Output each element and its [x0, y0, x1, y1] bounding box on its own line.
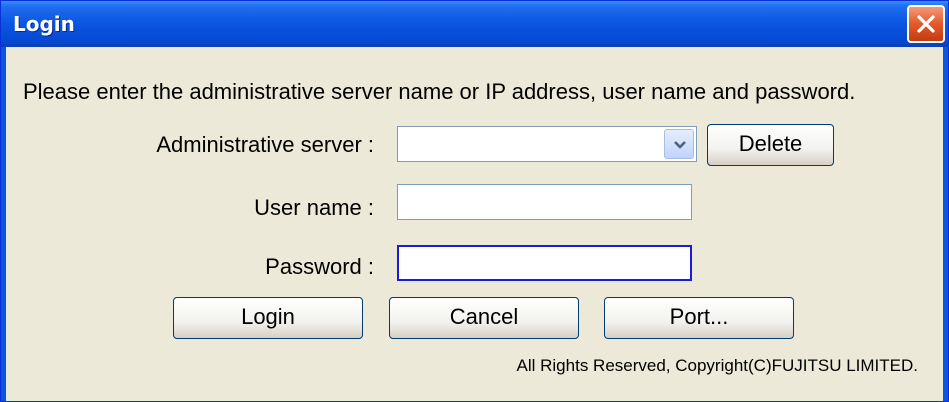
server-dropdown-button[interactable]: [664, 129, 694, 159]
server-label: Administrative server :: [156, 132, 374, 157]
window-title: Login: [13, 12, 75, 36]
username-input[interactable]: [397, 184, 692, 220]
chevron-down-icon: [674, 141, 686, 149]
window-frame-right: [943, 47, 948, 401]
delete-button[interactable]: Delete: [707, 124, 834, 166]
close-icon: [917, 15, 935, 33]
cancel-button[interactable]: Cancel: [389, 297, 579, 339]
instruction-text: Please enter the administrative server n…: [23, 79, 856, 104]
close-button[interactable]: [907, 5, 945, 43]
title-bar[interactable]: Login: [1, 1, 948, 47]
login-dialog: Login Please enter the administrative se…: [0, 0, 949, 402]
server-combobox[interactable]: [397, 126, 697, 162]
login-button[interactable]: Login: [173, 297, 363, 339]
username-label: User name :: [254, 195, 374, 220]
password-label: Password :: [265, 254, 374, 279]
copyright-text: All Rights Reserved, Copyright(C)FUJITSU…: [516, 356, 918, 375]
window-frame-left: [1, 47, 6, 401]
password-input[interactable]: [397, 245, 692, 281]
port-button[interactable]: Port...: [604, 297, 794, 339]
